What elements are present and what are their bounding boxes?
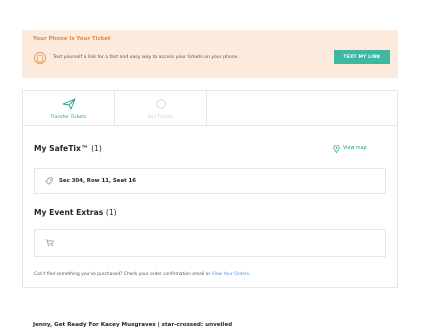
- help-text-body: Can't find something you've purchased? C…: [34, 272, 212, 277]
- seat-card[interactable]: Sec 304, Row 11, Seat 16: [34, 168, 386, 194]
- help-text-end: .: [249, 272, 251, 277]
- view-map-label: View map: [343, 146, 367, 151]
- event-extras-title: My Event Extras (1): [34, 208, 117, 217]
- tab-sell-label: Sell Tickets: [147, 115, 174, 120]
- sell-icon: [156, 98, 166, 109]
- text-my-link-button[interactable]: TEXT MY LINK: [334, 50, 390, 64]
- phone-icon: [34, 52, 46, 64]
- tab-transfer-tickets[interactable]: Transfer Tickets: [23, 91, 115, 125]
- event-extras-count: (1): [105, 208, 117, 217]
- cart-icon: [45, 239, 54, 247]
- event-extra-card[interactable]: [34, 229, 386, 257]
- view-your-orders-link[interactable]: View Your Orders: [212, 272, 249, 277]
- safetix-count: (1): [91, 144, 102, 153]
- phone-ticket-banner: Your Phone Is Your Ticket Text yourself …: [22, 30, 398, 78]
- help-text: Can't find something you've purchased? C…: [34, 272, 250, 277]
- banner-title: Your Phone Is Your Ticket: [33, 36, 111, 42]
- tab-sell-tickets[interactable]: Sell Tickets: [115, 91, 207, 125]
- event-heading: Jenny, Get Ready For Kacey Musgraves | s…: [33, 322, 233, 328]
- view-map-link[interactable]: View map: [333, 145, 367, 153]
- banner-description: Text yourself a link for a fast and easy…: [53, 55, 239, 60]
- tab-transfer-label: Transfer Tickets: [50, 115, 87, 120]
- map-pin-icon: [333, 145, 340, 153]
- tickets-panel: My SafeTix™ (1) View map Sec 304, Row 11…: [22, 126, 398, 288]
- paper-plane-icon: [62, 98, 76, 110]
- ticket-tag-icon: [45, 177, 53, 185]
- safetix-title-text: My SafeTix™: [34, 144, 89, 153]
- seat-location: Sec 304, Row 11, Seat 16: [59, 178, 137, 184]
- event-extras-title-text: My Event Extras: [34, 208, 104, 217]
- safetix-title: My SafeTix™ (1): [34, 144, 102, 153]
- ticket-actions-tabs: Transfer Tickets Sell Tickets: [22, 90, 398, 126]
